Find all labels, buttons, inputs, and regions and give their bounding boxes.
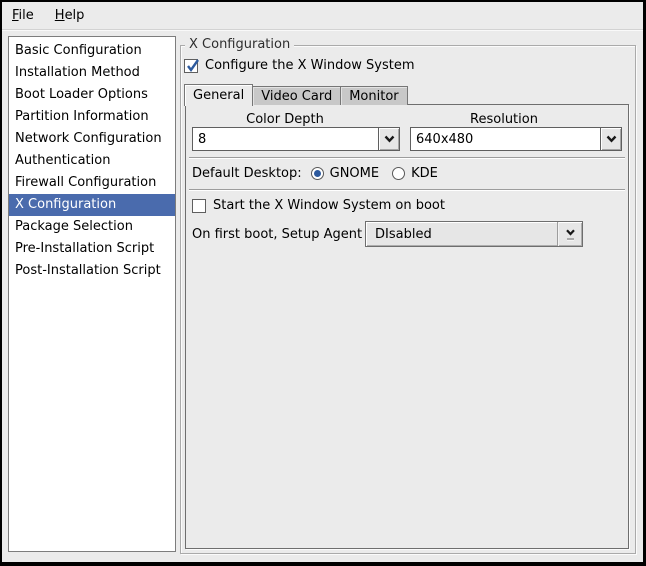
start-x-on-boot-checkbox[interactable]: Start the X Window System on boot <box>192 198 445 213</box>
resolution-combo <box>410 127 622 151</box>
sidebar-item-partition-information[interactable]: Partition Information <box>9 106 175 128</box>
checkbox-label: Start the X Window System on boot <box>213 198 445 213</box>
tab-general[interactable]: General <box>184 84 253 106</box>
setup-agent-label: On first boot, Setup Agent is: <box>192 227 381 242</box>
sidebar-item-basic-configuration[interactable]: Basic Configuration <box>9 40 175 62</box>
menu-item-file[interactable]: File <box>10 3 44 28</box>
resolution-dropdown-button[interactable] <box>600 127 622 151</box>
kickstart-configurator-window: File Help Basic Configuration Installati… <box>2 2 643 562</box>
default-desktop-row: Default Desktop: GNOME KDE <box>192 164 438 182</box>
option-menu-dash <box>567 238 574 240</box>
x-configuration-frame: X Configuration Configure the X Window S… <box>180 45 636 554</box>
configure-x-window-checkbox[interactable]: Configure the X Window System <box>184 58 415 73</box>
tab-bar: General Video Card Monitor <box>184 83 407 105</box>
setup-agent-value: DIsabled <box>375 227 432 242</box>
sidebar-item-post-installation-script[interactable]: Post-Installation Script <box>9 260 175 282</box>
resolution-label: Resolution <box>410 112 598 127</box>
kde-label: KDE <box>411 166 438 181</box>
menu-item-help[interactable]: Help <box>53 3 95 28</box>
sidebar-item-network-configuration[interactable]: Network Configuration <box>9 128 175 150</box>
kde-radio-group[interactable]: KDE <box>392 166 438 181</box>
checkbox-label: Configure the X Window System <box>205 58 415 73</box>
frame-title: X Configuration <box>185 37 294 53</box>
default-desktop-label: Default Desktop: <box>192 166 302 181</box>
color-depth-input[interactable] <box>192 127 378 151</box>
resolution-input[interactable] <box>410 127 600 151</box>
section-list: Basic Configuration Installation Method … <box>8 36 176 552</box>
gnome-label: GNOME <box>330 166 379 181</box>
setup-agent-dropdown[interactable]: DIsabled <box>365 221 583 247</box>
chevron-down-icon <box>384 135 395 143</box>
checkbox-box[interactable] <box>192 199 206 213</box>
chevron-down-icon <box>606 135 617 143</box>
color-depth-combo <box>192 127 400 151</box>
radio-kde[interactable] <box>392 167 405 180</box>
sidebar-item-authentication[interactable]: Authentication <box>9 150 175 172</box>
gnome-radio-group[interactable]: GNOME <box>311 166 379 181</box>
option-menu-indicator <box>557 222 582 246</box>
chevron-down-icon <box>566 229 575 236</box>
sidebar-item-package-selection[interactable]: Package Selection <box>9 216 175 238</box>
separator <box>189 157 625 159</box>
tab-video-card[interactable]: Video Card <box>252 86 341 105</box>
setup-agent-row: On first boot, Setup Agent is: <box>192 217 381 251</box>
color-depth-label: Color Depth <box>192 112 378 127</box>
menu-bar: File Help <box>2 2 643 30</box>
general-tab-panel: Color Depth Resolution <box>185 104 629 549</box>
sidebar-item-firewall-configuration[interactable]: Firewall Configuration <box>9 172 175 194</box>
tab-monitor[interactable]: Monitor <box>340 86 407 105</box>
check-icon <box>185 58 201 74</box>
checkbox-box[interactable] <box>184 59 198 73</box>
sidebar-item-pre-installation-script[interactable]: Pre-Installation Script <box>9 238 175 260</box>
sidebar-item-boot-loader-options[interactable]: Boot Loader Options <box>9 84 175 106</box>
sidebar-item-installation-method[interactable]: Installation Method <box>9 62 175 84</box>
separator <box>189 189 625 191</box>
sidebar-item-x-configuration[interactable]: X Configuration <box>9 194 175 216</box>
color-depth-dropdown-button[interactable] <box>378 127 400 151</box>
radio-gnome[interactable] <box>311 167 324 180</box>
